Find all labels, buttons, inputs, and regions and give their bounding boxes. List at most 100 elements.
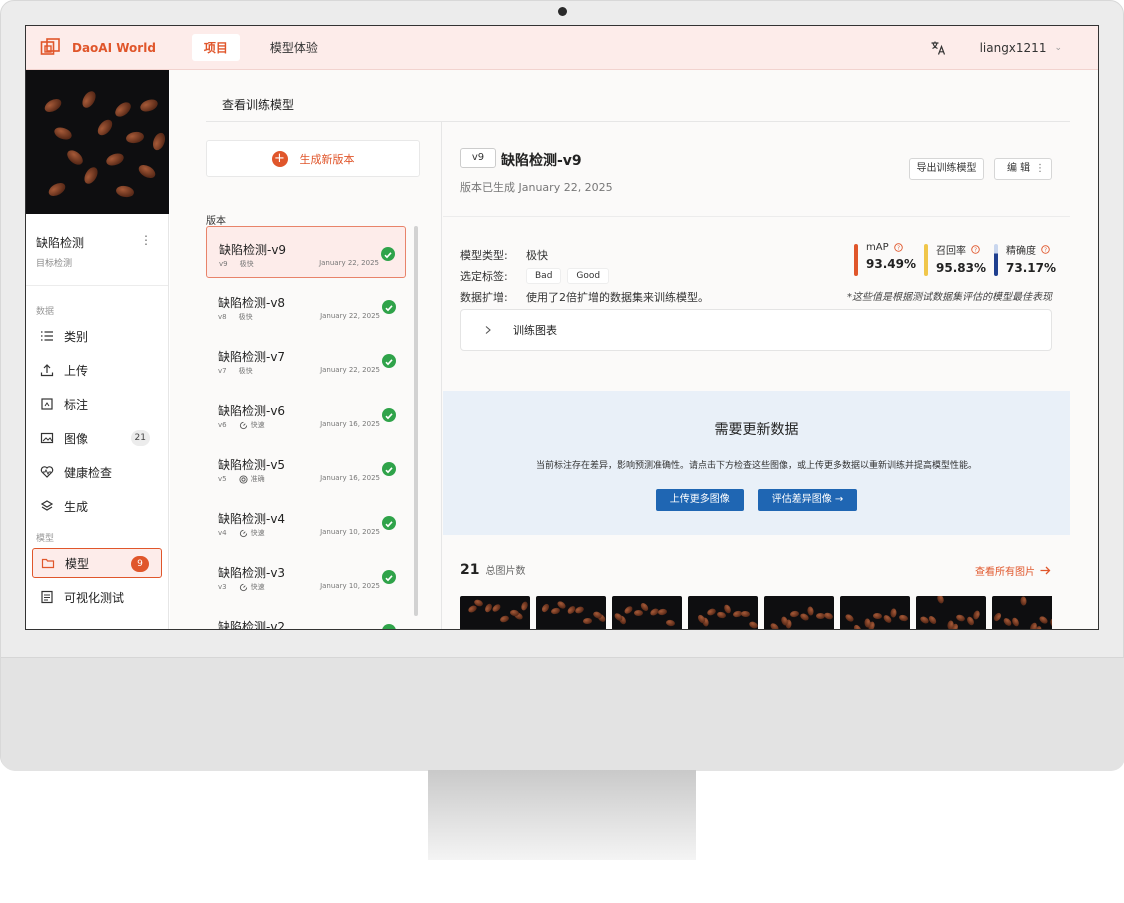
check-icon xyxy=(382,462,396,476)
sidebar-item-images[interactable]: 图像 21 xyxy=(32,423,162,453)
version-date: January 22, 2025 xyxy=(320,366,380,374)
view-all-images-link[interactable]: 查看所有图片 xyxy=(975,563,1052,578)
detail-title: 缺陷检测-v9 xyxy=(501,153,582,169)
version-item[interactable]: 缺陷检测-v8 v8 极快 January 22, 2025 xyxy=(206,280,406,334)
help-icon[interactable]: ? xyxy=(1041,245,1050,254)
models-count-badge: 9 xyxy=(131,556,149,572)
sidebar: 缺陷检测 目标检测 ⋮ 数据 类别 上传 标注 图像 21 健康检查 生成 模型… xyxy=(26,70,169,629)
export-model-button[interactable]: 导出训练模型 xyxy=(909,158,984,180)
help-icon[interactable]: ? xyxy=(893,243,903,252)
version-list-scrollbar[interactable] xyxy=(414,226,418,616)
image-thumbnail[interactable] xyxy=(688,596,758,629)
metric-value: 95.83% xyxy=(936,261,986,275)
tab-model-experience[interactable]: 模型体验 xyxy=(258,34,330,61)
version-item[interactable]: 缺陷检测-v7 v7 极快 January 22, 2025 xyxy=(206,334,406,388)
top-bar: DaoAI World 项目 模型体验 liangx1211 ⌄ xyxy=(26,26,1098,70)
augment-row: 数据扩增: 使用了2倍扩增的数据集来训练模型。 xyxy=(460,286,709,307)
sidebar-item-label: 类别 xyxy=(64,329,89,344)
speed-label: 快速 xyxy=(250,421,265,429)
version-tag: v7 xyxy=(218,367,227,375)
page-title: 查看训练模型 xyxy=(222,98,295,112)
image-thumbnail[interactable] xyxy=(460,596,530,629)
edit-button[interactable]: 编 辑 ⋮ xyxy=(994,158,1052,180)
evaluate-diff-images-button[interactable]: 评估差异图像 → xyxy=(757,489,858,511)
generate-version-button[interactable]: + 生成新版本 xyxy=(206,140,420,177)
image-thumbnail[interactable] xyxy=(840,596,910,629)
images-count-label: 总图片数 xyxy=(485,566,526,577)
page-header: 查看训练模型 xyxy=(206,70,1070,122)
speed-label: 快速 xyxy=(250,583,265,591)
sidebar-item-annotate[interactable]: 标注 xyxy=(32,389,162,419)
image-thumbnail[interactable] xyxy=(612,596,682,629)
labels-row: 选定标签: Bad Good xyxy=(460,265,709,286)
screen: DaoAI World 项目 模型体验 liangx1211 ⌄ 缺陷检测 目标… xyxy=(25,25,1099,630)
version-item[interactable]: 缺陷检测-v9 v9 极快 January 22, 2025 xyxy=(206,226,406,278)
upload-more-images-button[interactable]: 上传更多图像 xyxy=(655,489,744,511)
tab-projects[interactable]: 项目 xyxy=(191,34,240,61)
arrow-right-icon xyxy=(1040,566,1051,575)
image-thumbnail[interactable] xyxy=(764,596,834,629)
images-count: 21 xyxy=(460,562,480,578)
metric-name: mAP xyxy=(866,242,889,253)
plus-icon: + xyxy=(271,150,288,167)
version-tag: v3 xyxy=(218,583,227,591)
sidebar-item-models[interactable]: 模型 9 xyxy=(32,548,162,578)
version-item[interactable]: 缺陷检测-v4 v4 快速 January 10, 2025 xyxy=(206,496,406,550)
check-icon xyxy=(381,247,395,261)
training-chart-toggle[interactable]: 训练图表 xyxy=(460,309,1052,351)
sidebar-item-upload[interactable]: 上传 xyxy=(32,355,162,385)
metric-bar xyxy=(994,244,998,276)
edit-label: 编 辑 xyxy=(1007,163,1031,174)
translate-icon[interactable] xyxy=(930,40,946,56)
image-thumbnail[interactable] xyxy=(992,596,1052,629)
image-thumbnail[interactable] xyxy=(916,596,986,629)
sidebar-item-label: 健康检查 xyxy=(64,465,113,480)
version-speed: 极快 xyxy=(239,312,253,322)
upload-icon xyxy=(40,364,54,377)
sidebar-item-generate[interactable]: 生成 xyxy=(32,491,162,521)
app-name: DaoAI World xyxy=(72,40,156,55)
user-menu[interactable]: liangx1211 xyxy=(980,41,1047,55)
version-tag: v6 xyxy=(218,421,227,429)
sidebar-item-health-check[interactable]: 健康检查 xyxy=(32,457,162,487)
version-item[interactable]: 缺陷检测-v6 v6 快速 January 16, 2025 xyxy=(206,388,406,442)
version-date: January 16, 2025 xyxy=(320,420,380,428)
versions-section-label: 版本 xyxy=(206,216,226,227)
logo[interactable]: DaoAI World xyxy=(40,37,156,59)
sidebar-item-categories[interactable]: 类别 xyxy=(32,321,162,351)
target-icon xyxy=(239,474,248,484)
section-label-model: 模型 xyxy=(36,534,55,544)
label-chip: Bad xyxy=(526,267,562,284)
chevron-right-icon xyxy=(485,326,491,334)
augment-value: 使用了2倍扩增的数据集来训练模型。 xyxy=(526,290,709,304)
version-item[interactable]: 缺陷检测-v2 xyxy=(206,604,406,629)
metrics: mAP ? 93.49% 召回率 ? 95.83% 精确度 ? 73.17% xyxy=(854,242,1064,276)
version-meta: v7 极快 xyxy=(218,366,253,376)
list-icon xyxy=(41,331,53,341)
check-icon xyxy=(382,570,396,584)
version-date: January 16, 2025 xyxy=(320,474,380,482)
help-icon[interactable]: ? xyxy=(971,245,980,254)
speed-label: 准确 xyxy=(250,475,265,483)
svg-text:?: ? xyxy=(974,248,977,254)
sidebar-item-visual-test[interactable]: 可视化测试 xyxy=(32,582,162,612)
version-meta: v4 快速 xyxy=(218,528,265,538)
speed-icon xyxy=(239,529,247,537)
version-item[interactable]: 缺陷检测-v5 v5 准确 January 16, 2025 xyxy=(206,442,406,496)
more-options-icon[interactable]: ⋮ xyxy=(1035,159,1045,179)
version-meta: v3 快速 xyxy=(218,582,265,592)
version-item[interactable]: 缺陷检测-v3 v3 快速 January 10, 2025 xyxy=(206,550,406,604)
model-type-key: 模型类型: xyxy=(460,248,508,262)
version-tag: v9 xyxy=(460,148,496,168)
svg-text:?: ? xyxy=(897,246,900,252)
check-icon xyxy=(382,408,396,422)
generated-date: 版本已生成 January 22, 2025 xyxy=(460,181,613,194)
folder-icon xyxy=(41,558,55,569)
chevron-down-icon[interactable]: ⌄ xyxy=(1054,43,1062,53)
more-options-icon[interactable]: ⋮ xyxy=(140,233,152,247)
image-thumbnail[interactable] xyxy=(536,596,606,629)
speed-icon xyxy=(239,583,247,591)
metric-map: mAP ? 93.49% xyxy=(854,242,924,276)
update-actions: 上传更多图像 评估差异图像 → xyxy=(443,489,1070,511)
top-right-area: liangx1211 ⌄ xyxy=(930,26,1062,70)
